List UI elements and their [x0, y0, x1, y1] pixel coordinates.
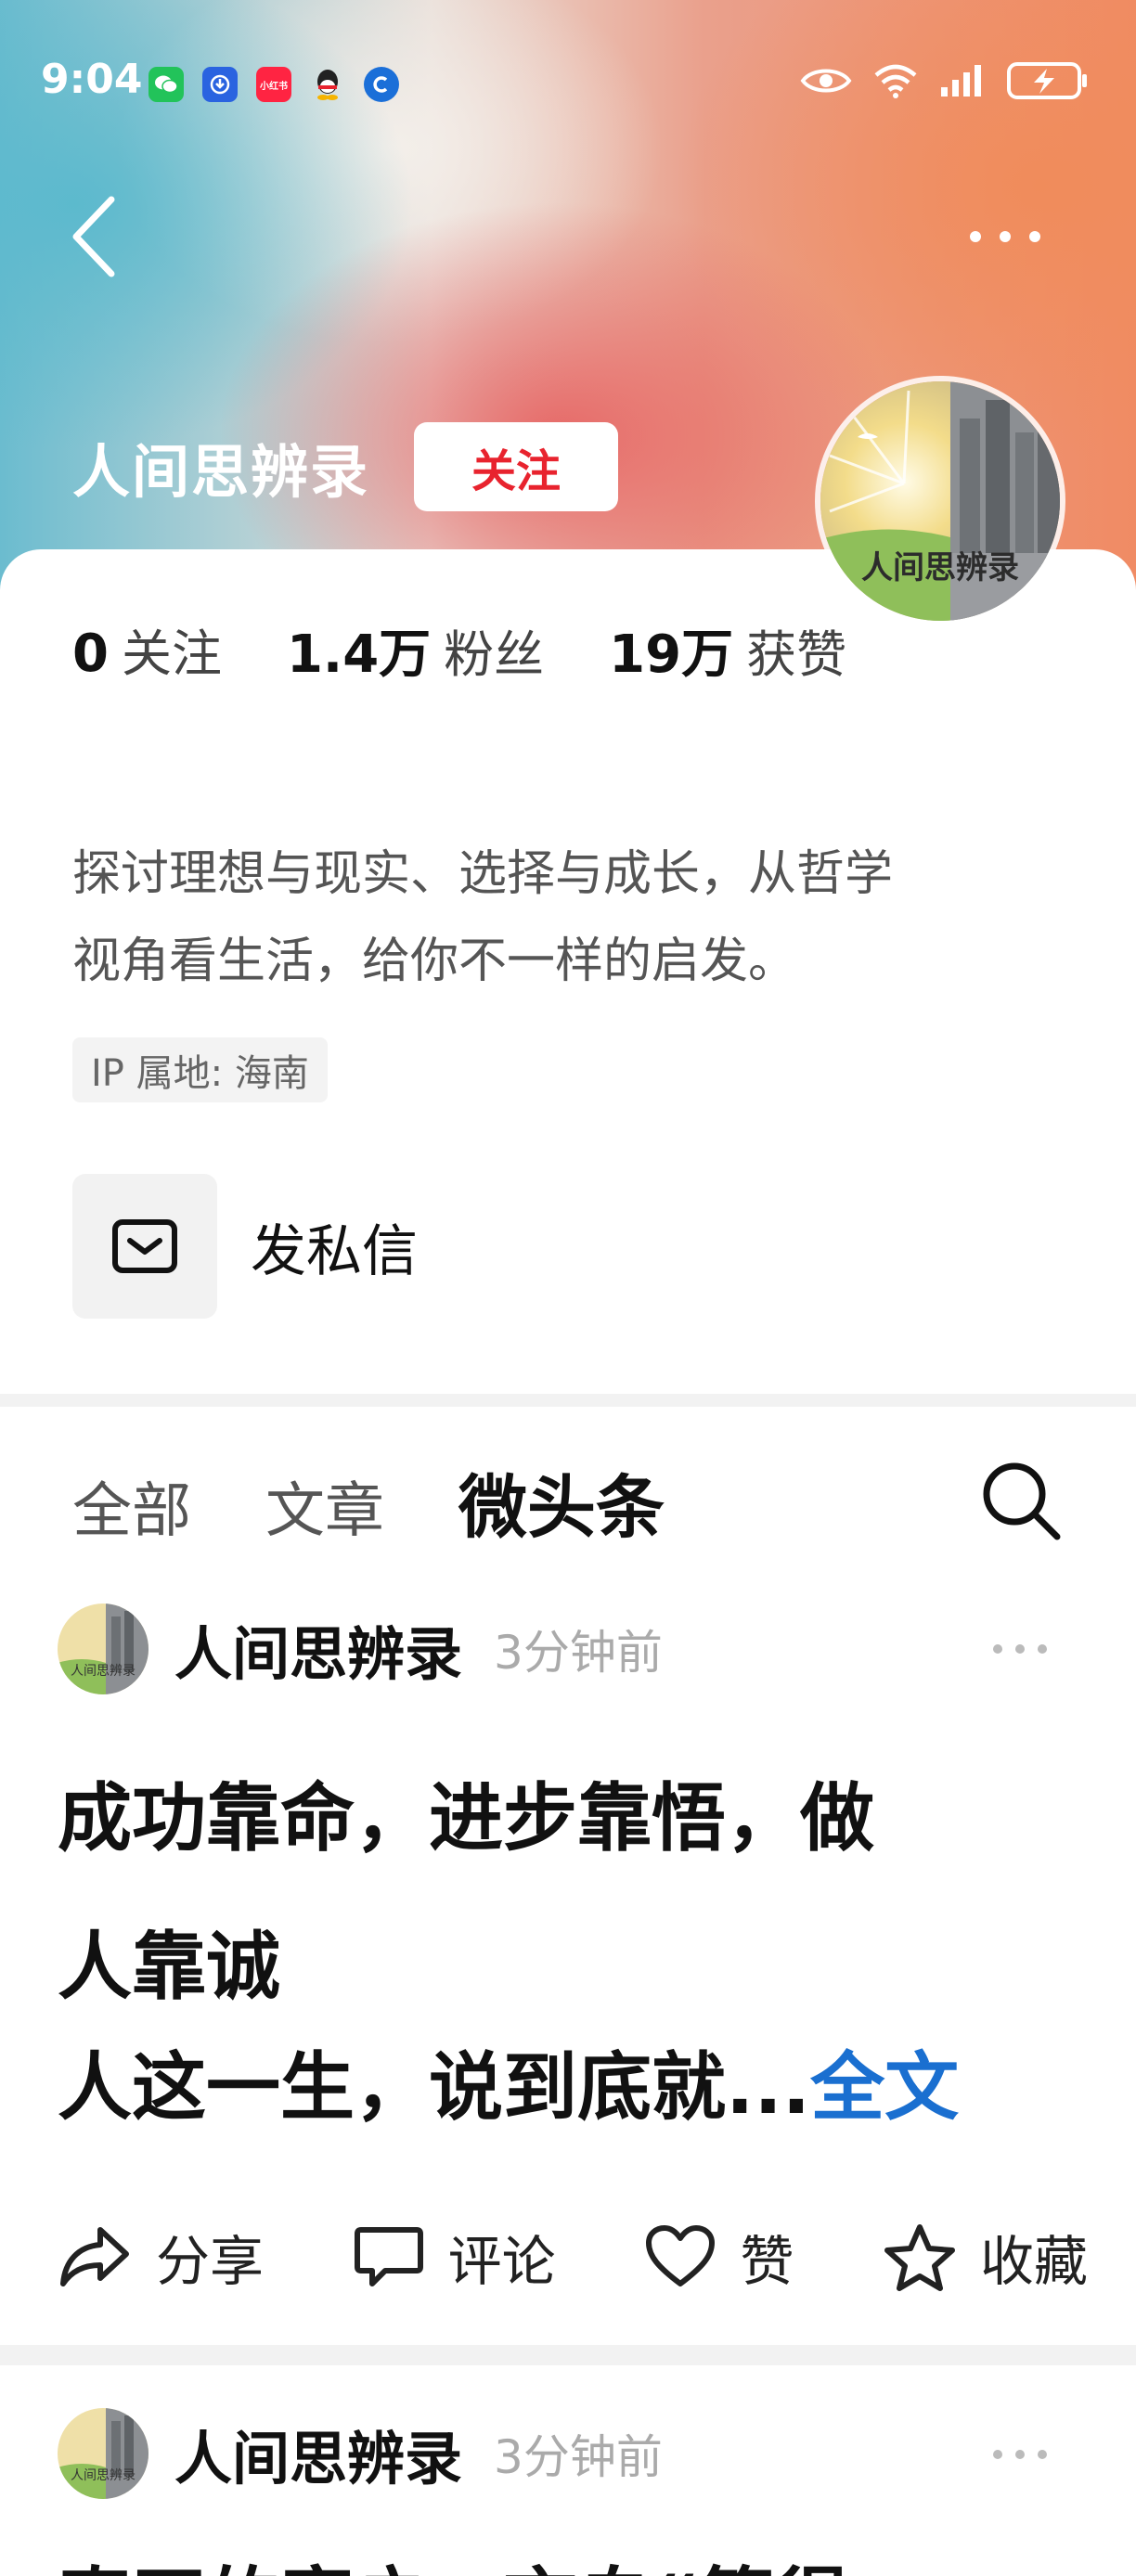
avatar-caption: 人间思辨录	[861, 549, 1019, 586]
wechat-icon	[148, 67, 184, 102]
envelope-icon	[112, 1219, 177, 1273]
avatar[interactable]: 人间思辨录	[815, 376, 1065, 626]
post-author-name[interactable]: 人间思辨录	[174, 1607, 462, 1691]
stat-following[interactable]: 0 关注	[72, 612, 222, 688]
post-avatar-caption: 人间思辨录	[71, 2468, 136, 2483]
star-icon	[884, 2224, 955, 2291]
post-more-button[interactable]	[993, 2450, 1047, 2459]
post-excerpt[interactable]: 人这一生，说到底就...全文	[58, 2028, 1106, 2135]
post-author-name[interactable]: 人间思辨录	[174, 2412, 462, 2495]
full-text-link[interactable]: 全文	[810, 2044, 959, 2131]
stat-label: 粉丝	[444, 625, 545, 684]
chevron-left-icon	[72, 196, 115, 277]
battery-charging-icon	[1006, 61, 1090, 104]
search-icon	[983, 1462, 1061, 1540]
more-dots-icon	[993, 1644, 1002, 1654]
wifi-icon	[872, 62, 919, 103]
profile-name-row: 人间思辨录 关注	[72, 422, 619, 511]
post-time: 3分钟前	[494, 2430, 663, 2484]
post-title-partial[interactable]: 真正的富户，言自“篇得	[58, 2543, 849, 2576]
post-author-avatar[interactable]: 人间思辨录	[58, 1604, 148, 1694]
post-title-line: 成功靠命，进步靠悟，做	[58, 1775, 874, 1861]
share-label: 分享	[156, 2230, 265, 2293]
comment-button[interactable]: 评论	[354, 2218, 556, 2296]
tab-all[interactable]: 全部	[72, 1463, 191, 1549]
favorite-label: 收藏	[979, 2230, 1088, 2293]
like-label: 赞	[740, 2230, 794, 2293]
qq-icon	[310, 67, 345, 102]
tab-articles[interactable]: 文章	[265, 1463, 384, 1549]
back-button[interactable]	[65, 190, 130, 283]
post-title[interactable]: 成功靠命，进步靠悟，做 人靠诚	[58, 1745, 1078, 2041]
more-dots-icon	[970, 231, 981, 242]
content-tabs: 全部 文章 微头条	[72, 1452, 665, 1552]
stat-value: 0	[72, 624, 109, 684]
status-indicators	[800, 61, 1090, 104]
post-actions: 分享 评论 赞 收藏	[58, 2218, 1088, 2296]
stat-label: 关注	[121, 625, 222, 683]
follow-button[interactable]: 关注	[414, 422, 619, 511]
stat-value: 1.4万	[286, 625, 432, 685]
send-message-button[interactable]: 发私信	[72, 1174, 418, 1319]
like-button[interactable]: 赞	[645, 2218, 794, 2296]
send-message-label: 发私信	[251, 1218, 418, 1284]
xiaohongshu-icon: 小红书	[256, 67, 291, 102]
post-author-row[interactable]: 人间思辨录 人间思辨录 3分钟前	[58, 2408, 663, 2499]
post-excerpt-text: 人这一生，说到底就...	[58, 2044, 811, 2131]
post-divider	[0, 2345, 1136, 2365]
download-app-icon	[202, 67, 238, 102]
status-bar: 9:04 小红书	[0, 0, 1136, 103]
search-button[interactable]	[979, 1459, 1063, 1542]
section-divider	[0, 1394, 1136, 1407]
post-author-avatar[interactable]: 人间思辨录	[58, 2408, 148, 2499]
message-icon-box	[72, 1174, 217, 1319]
favorite-button[interactable]: 收藏	[884, 2218, 1088, 2296]
notification-icons: 小红书	[148, 67, 399, 102]
post-author-row[interactable]: 人间思辨录 人间思辨录 3分钟前	[58, 1604, 663, 1694]
stat-followers[interactable]: 1.4万 粉丝	[287, 612, 544, 688]
profile-stats: 0 关注 1.4万 粉丝 19万 获赞	[72, 612, 846, 688]
post-avatar-caption: 人间思辨录	[71, 1664, 136, 1679]
heart-icon	[646, 2225, 716, 2286]
profile-bio: 探讨理想与现实、选择与成长，从哲学 视角看生活，给你不一样的启发。	[72, 831, 1056, 1005]
stat-label: 获赞	[746, 625, 847, 684]
ip-location-tag: IP 属地: 海南	[72, 1037, 328, 1102]
more-dots-icon	[993, 2450, 1002, 2459]
bio-line: 视角看生活，给你不一样的启发。	[72, 934, 797, 989]
post-time: 3分钟前	[494, 1626, 663, 1680]
stat-value: 19万	[609, 625, 734, 685]
bio-line: 探讨理想与现实、选择与成长，从哲学	[72, 846, 894, 902]
tab-micro-posts[interactable]: 微头条	[458, 1452, 665, 1552]
share-icon	[60, 2227, 129, 2286]
eye-icon	[800, 64, 852, 101]
share-button[interactable]: 分享	[58, 2218, 264, 2296]
comment-label: 评论	[447, 2230, 556, 2293]
comment-icon	[354, 2227, 423, 2286]
profile-name: 人间思辨录	[72, 438, 370, 506]
status-time: 9:04	[41, 56, 143, 103]
c-app-icon	[364, 67, 399, 102]
stat-likes[interactable]: 19万 获赞	[609, 612, 846, 688]
signal-icon	[939, 63, 986, 102]
more-options-button[interactable]	[970, 213, 1063, 260]
post-title-line: 人靠诚	[58, 1924, 280, 2010]
post-more-button[interactable]	[993, 1644, 1047, 1654]
